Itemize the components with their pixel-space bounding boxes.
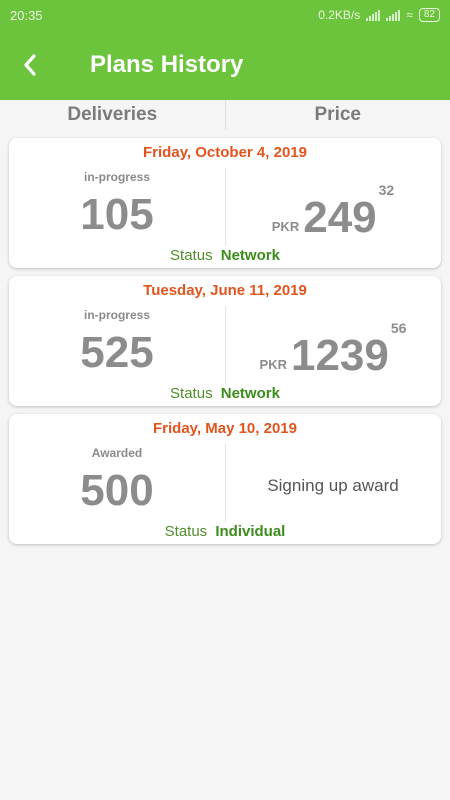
status-value: Network [220, 385, 280, 402]
battery-icon: 82 [418, 8, 440, 22]
plan-date: Friday, October 4, 2019 [143, 144, 307, 161]
column-header-price: Price [224, 100, 450, 130]
status-label: Status [164, 523, 208, 540]
status-value: Network [220, 247, 280, 264]
plan-date: Tuesday, June 11, 2019 [143, 282, 307, 299]
plan-deliveries: 525 [80, 328, 154, 377]
plan-status: Status Network [9, 385, 441, 402]
app-bar: Plans History [0, 30, 450, 100]
plans-list: Friday, October 4, 2019 in-progress 105 … [9, 138, 441, 552]
status-label: Status [170, 385, 213, 402]
plan-status: Status Individual [9, 523, 441, 540]
clock: 20:35 [10, 7, 43, 23]
plan-deliveries: 105 [80, 190, 154, 239]
plan-state: in-progress [83, 170, 150, 184]
plan-date: Friday, May 10, 2019 [153, 420, 297, 437]
plan-price: PKR 1239 56 [225, 320, 441, 384]
chevron-left-icon [24, 54, 36, 76]
status-value: Individual [215, 523, 286, 540]
column-header-deliveries: Deliveries [67, 104, 158, 125]
signal-icon-2 [386, 9, 401, 21]
price-decimal: 56 [390, 320, 407, 336]
plan-card[interactable]: Friday, October 4, 2019 in-progress 105 … [9, 138, 441, 268]
status-icons: 0.2KB/s ≈ 82 [318, 8, 440, 22]
price-decimal: 32 [378, 182, 395, 198]
signal-icon [366, 9, 381, 21]
plan-state: in-progress [83, 308, 150, 322]
page-title: Plans History [90, 51, 244, 78]
status-bar: 20:35 0.2KB/s ≈ 82 [0, 0, 450, 30]
plan-status: Status Network [9, 247, 441, 264]
status-label: Status [170, 247, 213, 264]
award-text: Signing up award [267, 476, 399, 495]
network-speed: 0.2KB/s [318, 8, 361, 22]
price-currency: PKR [259, 357, 287, 372]
price-amount: 249 [303, 193, 377, 242]
plan-deliveries: 500 [80, 466, 154, 515]
plan-card[interactable]: Friday, May 10, 2019 Awarded 500 Signing… [9, 414, 441, 544]
wifi-icon: ≈ [406, 8, 413, 22]
plan-price: PKR 249 32 [225, 182, 441, 246]
price-currency: PKR [271, 219, 300, 234]
back-button[interactable] [0, 30, 60, 100]
column-headers: Deliveries Price [0, 100, 450, 130]
plan-state: Awarded [91, 446, 143, 460]
plan-card[interactable]: Tuesday, June 11, 2019 in-progress 525 P… [9, 276, 441, 406]
price-amount: 1239 [290, 331, 389, 380]
